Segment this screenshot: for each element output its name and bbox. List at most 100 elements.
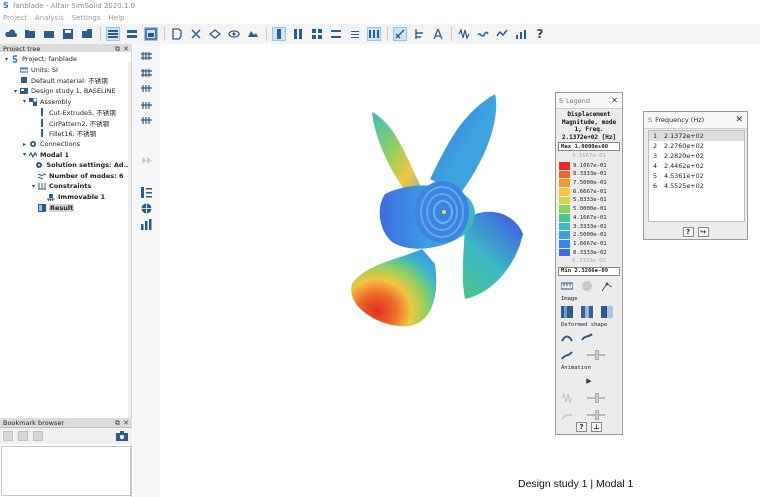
frequency-row[interactable]: 1 2.1372e+02 [649,131,744,141]
frequency-list[interactable]: 1 2.1372e+02 2 2.2760e+02 3 2.2820e+02 4 2.4462… [648,130,745,222]
tree-item[interactable]: ▾ Constraints [0,181,131,192]
deformed-icon[interactable] [581,332,593,344]
tree-item[interactable]: Number of modes: 6 [0,171,131,182]
tree-item[interactable]: ▸ Connections [0,139,131,150]
vector-plot-icon[interactable] [601,280,613,292]
globe-icon[interactable] [140,202,153,215]
export-button[interactable]: ↪ [697,227,709,237]
layout-columns-icon[interactable] [367,27,381,41]
tree-item[interactable]: Solution settings: Ad... [0,160,131,171]
bookmark-edit-icon[interactable] [18,431,28,441]
float-panel-icon[interactable]: ⧉ [115,418,120,428]
tree-item[interactable]: ▾ Project: fanblade [0,54,131,65]
close-icon[interactable]: ✕ [735,115,743,125]
arrow-right-icon[interactable] [140,154,153,167]
pin-button[interactable]: ⊥ [591,422,602,432]
iso-surface-icon[interactable] [581,280,593,292]
close-icon[interactable]: ✕ [611,96,618,105]
frequency-row[interactable]: 2 2.2760e+02 [649,141,744,151]
tree-item[interactable]: ▾ Assembly [0,96,131,107]
import-icon[interactable] [80,27,94,41]
frequency-row[interactable]: 6 4.5525e+02 [649,181,744,191]
animation-frames-slider[interactable] [587,392,605,403]
contour-smooth-icon[interactable] [561,305,573,318]
layout-rows-icon[interactable] [329,27,343,41]
layout-lines-icon[interactable] [348,27,362,41]
close-panel-icon[interactable]: ✕ [123,418,129,428]
tree-item[interactable]: Default material: 不锈钢 [0,75,131,86]
tree-item[interactable]: Units: SI [0,65,131,76]
new-project-icon[interactable] [23,27,37,41]
slider-knob[interactable] [595,392,599,403]
annotate-icon[interactable] [431,27,445,41]
results-icon[interactable] [514,27,528,41]
camera-icon[interactable] [116,431,128,441]
tree-item[interactable]: Cut-Extrude5, 不锈钢 [0,107,131,118]
tree-item[interactable]: ▾ Modal 1 [0,149,131,160]
slider-knob[interactable] [595,349,599,360]
tree-item[interactable]: Result [0,202,131,213]
layout-grid-icon[interactable] [310,27,324,41]
tree-item[interactable]: Fillet16, 不锈钢 [0,128,131,139]
probe-icon[interactable] [412,27,426,41]
expand-arrow-icon[interactable]: ▾ [21,151,28,158]
help-button[interactable]: ? [576,422,587,432]
measure-icon[interactable] [393,27,407,41]
animation-amplitude-slider[interactable] [587,409,605,420]
visibility-icon[interactable] [227,27,241,41]
layout-double-icon[interactable] [291,27,305,41]
tree-item[interactable]: ▾ Design study 1, BASELINE [0,86,131,97]
legend-window[interactable]: S Legend ✕ Displacement Magnitude, mode … [555,92,623,435]
menu-help[interactable]: Help [109,14,125,22]
dynamic-analysis-icon[interactable] [476,27,490,41]
help-button[interactable]: ? [682,227,694,237]
tree-view-icon[interactable] [106,27,120,41]
frequency-window[interactable]: S Frequency (Hz) ✕ 1 2.1372e+02 2 2.2760e+0… [643,111,748,240]
slider-knob[interactable] [595,409,599,420]
deformation-scale-slider[interactable] [587,349,605,360]
undeformed-icon[interactable] [561,332,573,344]
tree-item[interactable]: CirPattern2, 不锈钢 [0,118,131,129]
chart-icon[interactable] [140,218,153,231]
legend-titlebar[interactable]: S Legend ✕ [556,93,622,109]
frequency-row[interactable]: 3 2.2820e+02 [649,151,744,161]
bookmark-list[interactable] [1,446,131,496]
contact-icon[interactable] [140,98,153,111]
view-front-icon[interactable] [170,27,184,41]
frequency-row[interactable]: 4 2.4462e+02 [649,161,744,171]
bookmark-copy-icon[interactable] [3,431,13,441]
frames-icon[interactable] [561,392,573,404]
thermal-analysis-icon[interactable] [495,27,509,41]
list-view-icon[interactable] [125,27,139,41]
contour-banded-icon[interactable] [581,305,593,318]
expand-arrow-icon[interactable]: ▾ [3,56,10,63]
bookmark-delete-icon[interactable] [33,431,43,441]
legend-toggle-icon[interactable] [140,186,153,199]
save-project-icon[interactable] [61,27,75,41]
show-all-icon[interactable] [246,27,260,41]
tree-scrollbar[interactable] [128,62,131,418]
modal-analysis-icon[interactable] [457,27,471,41]
view-cut-icon[interactable] [189,27,203,41]
layout-single-icon[interactable] [272,27,286,41]
frequency-row[interactable]: 5 4.5361e+02 [649,171,744,181]
open-project-icon[interactable] [42,27,56,41]
weld-icon[interactable] [140,82,153,95]
joint-icon[interactable] [140,114,153,127]
play-icon[interactable]: ▶ [586,377,591,385]
help-icon[interactable]: ? [533,27,547,41]
expand-arrow-icon[interactable]: ▾ [30,183,37,190]
ruler-icon[interactable] [561,280,573,292]
frequency-titlebar[interactable]: S Frequency (Hz) ✕ [644,112,747,129]
menu-project[interactable]: Project [3,14,27,22]
scale-icon[interactable] [561,349,573,361]
menu-settings[interactable]: Settings [72,14,101,22]
expand-arrow-icon[interactable]: ▾ [21,98,28,105]
contour-gradient-icon[interactable] [601,305,613,318]
tree-item[interactable]: Immovable 1 [0,192,131,203]
menu-analysis[interactable]: Analysis [35,14,64,22]
open-cloud-icon[interactable] [4,27,18,41]
expand-arrow-icon[interactable]: ▾ [12,88,19,95]
panel-view-icon[interactable] [144,27,158,41]
bolt-icon[interactable] [140,66,153,79]
